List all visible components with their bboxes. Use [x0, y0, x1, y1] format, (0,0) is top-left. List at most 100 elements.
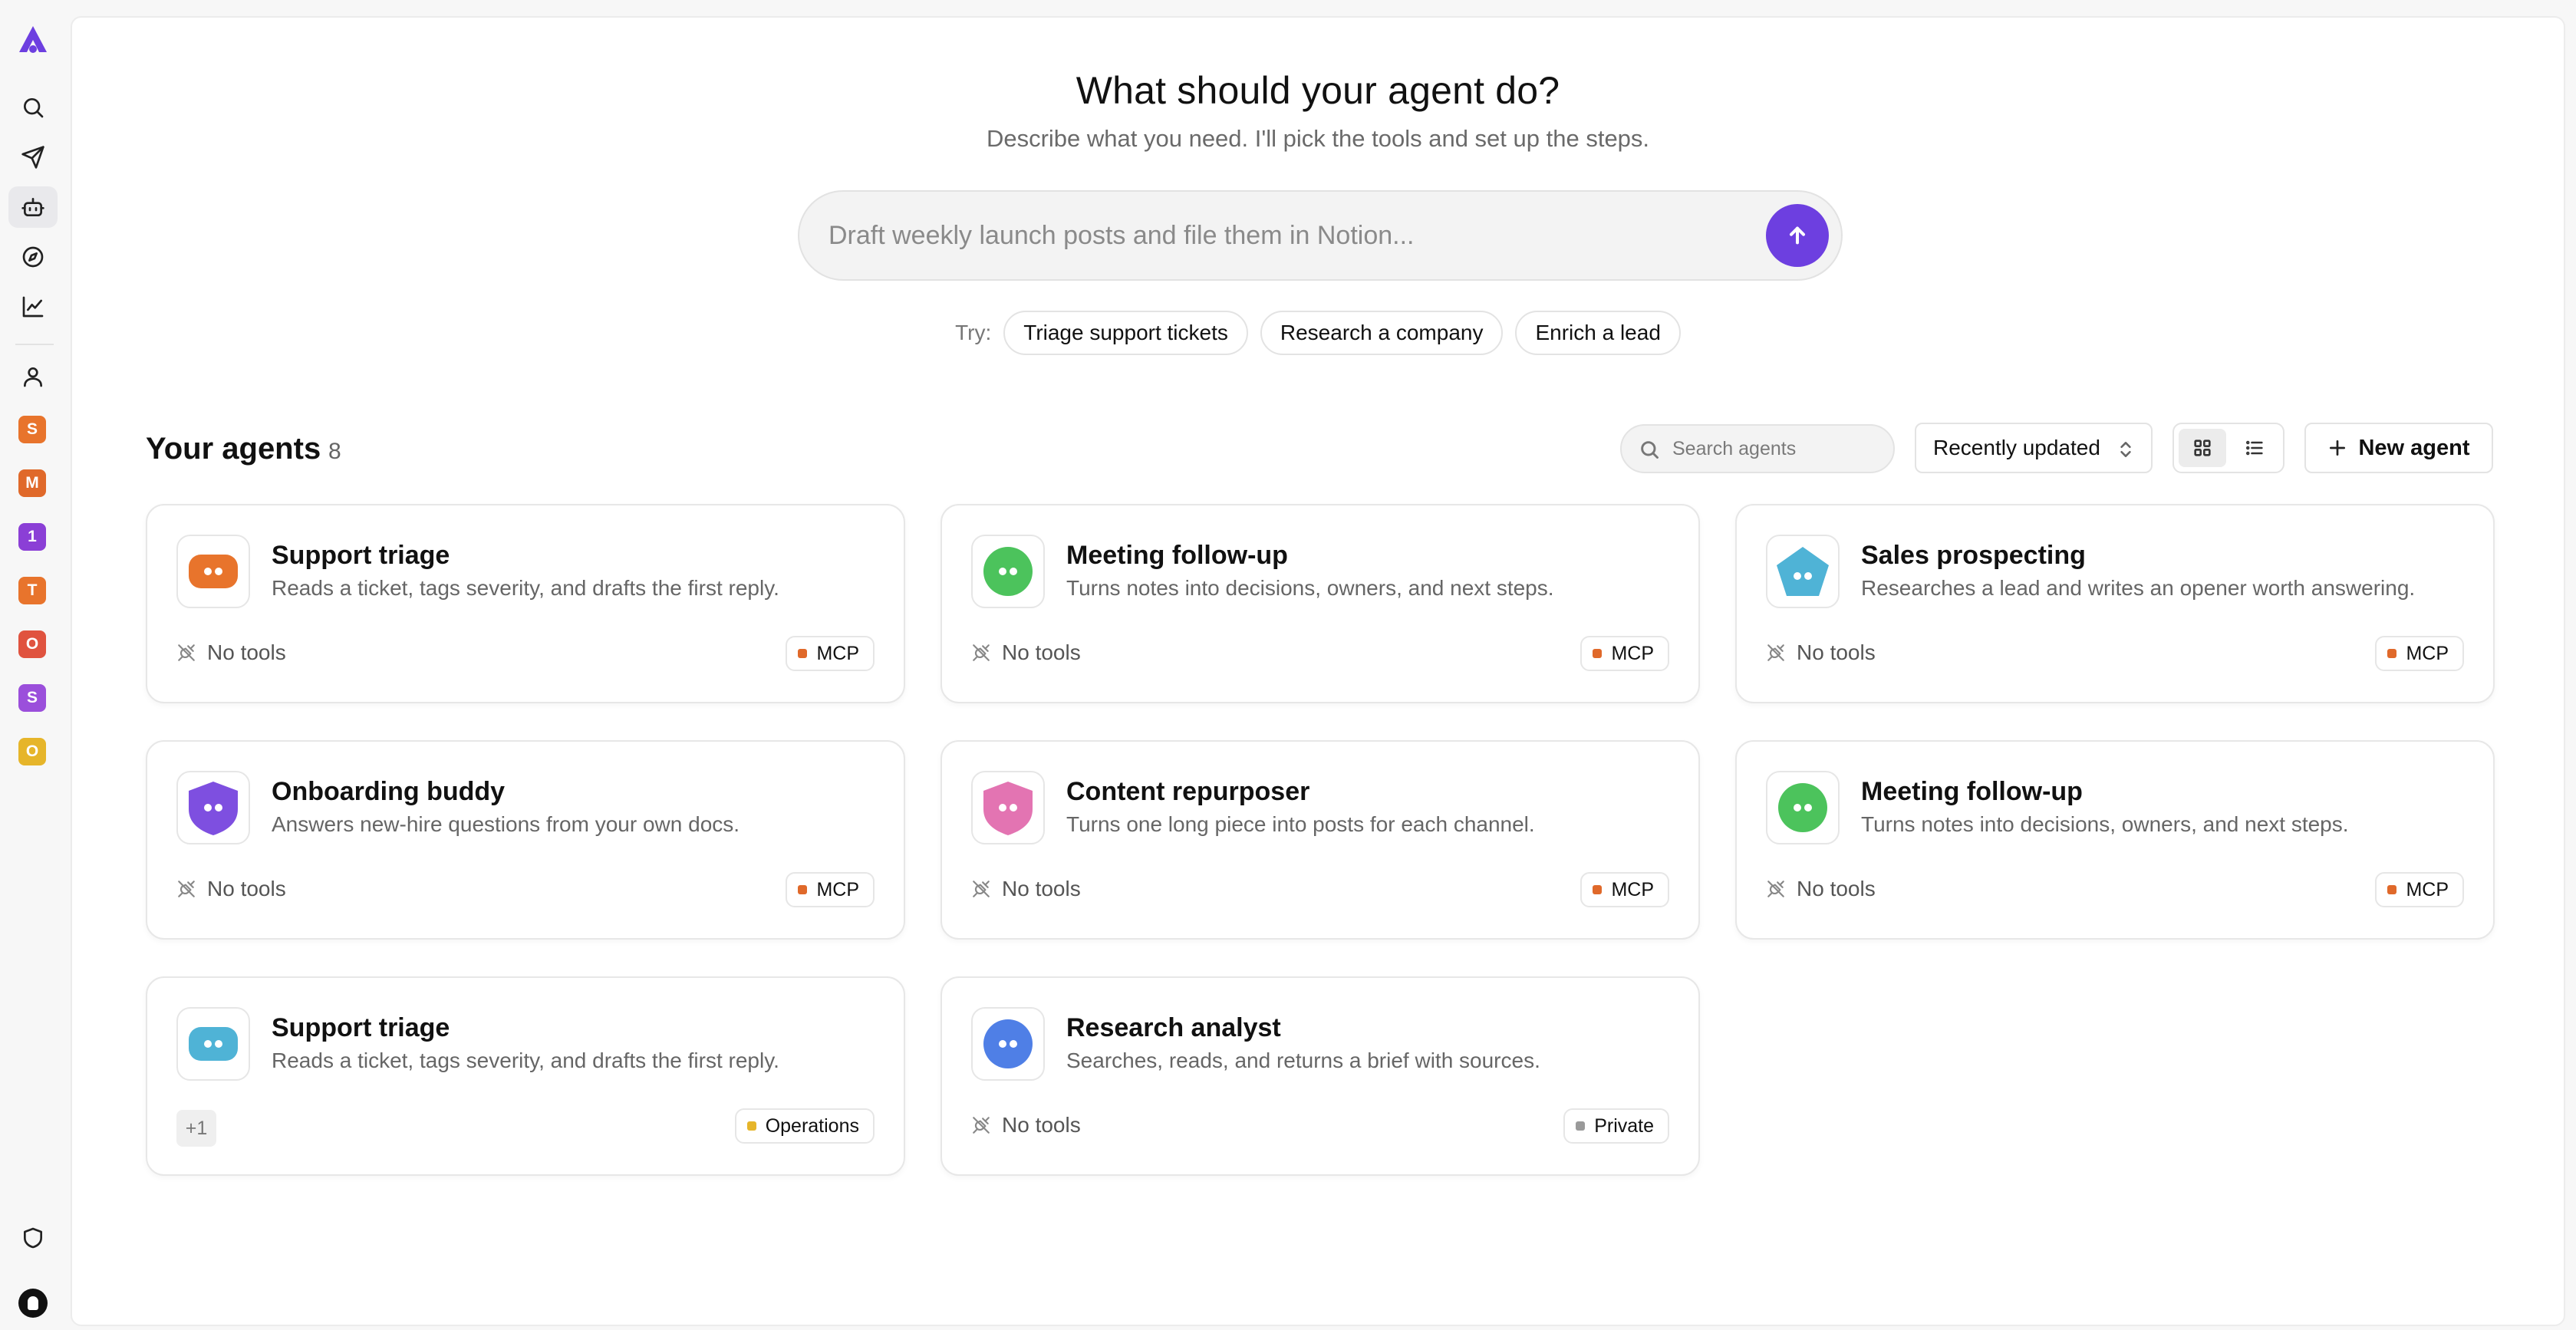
- main-panel: What should your agent do? Describe what…: [71, 16, 2565, 1326]
- avatar-figure-icon: [28, 1296, 38, 1310]
- tools-label: No tools: [207, 877, 286, 900]
- workspace-badge[interactable]: O: [18, 738, 46, 765]
- agent-avatar-icon: [971, 771, 1045, 844]
- nav-search[interactable]: [8, 87, 58, 128]
- plug-off-icon: [178, 644, 195, 661]
- suggestion-row: Try: Triage support tickets Research a c…: [72, 311, 2564, 355]
- agent-name: Meeting follow-up: [1861, 777, 2083, 806]
- workspace-badge[interactable]: 1: [18, 523, 46, 551]
- tag-label: Operations: [765, 1114, 859, 1137]
- list-view-button[interactable]: [2231, 429, 2278, 467]
- workspace-badge[interactable]: M: [18, 469, 46, 497]
- agent-tag: MCP: [2375, 872, 2464, 907]
- agent-name: Onboarding buddy: [272, 777, 506, 806]
- app-logo-icon[interactable]: [16, 23, 50, 57]
- tools-status: No tools: [1766, 877, 1876, 901]
- agent-tag: MCP: [1580, 872, 1669, 907]
- agent-avatar-icon: [971, 535, 1045, 608]
- nav-profile[interactable]: [8, 356, 58, 397]
- shield-avatar-icon: [983, 782, 1033, 835]
- tools-label: No tools: [1797, 640, 1876, 664]
- list-icon: [2246, 440, 2263, 456]
- tools-label: No tools: [1002, 1113, 1081, 1137]
- suggestion-chip-triage[interactable]: Triage support tickets: [1003, 311, 1248, 355]
- agent-card[interactable]: Support triage Reads a ticket, tags seve…: [146, 504, 905, 703]
- nav-explore[interactable]: [8, 236, 58, 278]
- agent-avatar-icon: [971, 1007, 1045, 1081]
- tools-label: No tools: [1797, 877, 1876, 900]
- agent-tag: MCP: [2375, 636, 2464, 671]
- tools-label: No tools: [1002, 877, 1081, 900]
- tag-dot: [798, 885, 808, 894]
- plug-off-icon: [178, 881, 195, 897]
- agent-card[interactable]: Onboarding buddy Answers new-hire questi…: [146, 740, 905, 940]
- agent-tag: Private: [1563, 1108, 1669, 1144]
- agent-card[interactable]: Research analyst Searches, reads, and re…: [940, 976, 1700, 1176]
- tag-dot: [798, 649, 808, 658]
- workspace-badge[interactable]: T: [18, 577, 46, 604]
- agent-name: Support triage: [272, 541, 450, 570]
- agent-name: Meeting follow-up: [1066, 541, 1288, 570]
- user-avatar[interactable]: [18, 1289, 48, 1318]
- tag-label: MCP: [816, 642, 859, 664]
- agent-card[interactable]: Support triage Reads a ticket, tags seve…: [146, 976, 905, 1176]
- prompt-input[interactable]: [828, 192, 1749, 279]
- tag-label: MCP: [816, 878, 859, 900]
- bot-icon: [21, 198, 44, 216]
- agents-section-title: Your agents: [146, 432, 321, 466]
- sort-dropdown[interactable]: Recently updated: [1915, 423, 2153, 473]
- tag-label: MCP: [1611, 878, 1654, 900]
- nav-analytics[interactable]: [8, 286, 58, 328]
- agent-card[interactable]: Sales prospecting Researches a lead and …: [1735, 504, 2495, 703]
- agent-card[interactable]: Content repurposer Turns one long piece …: [940, 740, 1700, 940]
- nav-send[interactable]: [8, 137, 58, 178]
- tools-status: No tools: [971, 1113, 1081, 1137]
- tag-label: MCP: [2406, 878, 2449, 900]
- agent-name: Support triage: [272, 1013, 450, 1042]
- search-icon: [1641, 441, 1659, 459]
- agent-description: Reads a ticket, tags severity, and draft…: [272, 576, 779, 600]
- grid-view-button[interactable]: [2179, 429, 2226, 467]
- chevron-up-down-icon: [2120, 442, 2131, 457]
- new-agent-label: New agent: [2358, 435, 2470, 460]
- view-toggle: [2172, 423, 2284, 473]
- hero-title: What should your agent do?: [1076, 69, 1560, 112]
- agent-tag: MCP: [786, 636, 875, 671]
- tag-dot: [1593, 885, 1603, 894]
- rounded-square-avatar-icon: [189, 555, 238, 588]
- tools-label: No tools: [1002, 640, 1081, 664]
- workspace-badge[interactable]: S: [18, 684, 46, 712]
- agent-card[interactable]: Meeting follow-up Turns notes into decis…: [1735, 740, 2495, 940]
- agent-tag: MCP: [786, 872, 875, 907]
- plug-off-icon: [1767, 644, 1784, 661]
- tools-status: No tools: [176, 877, 286, 901]
- try-label: Try:: [955, 321, 992, 344]
- grid-icon: [2194, 439, 2211, 456]
- agents-count: 8: [328, 439, 341, 464]
- new-agent-button[interactable]: New agent: [2304, 423, 2493, 473]
- tools-status: No tools: [971, 640, 1081, 665]
- send-button[interactable]: [1766, 204, 1829, 267]
- tag-dot: [2387, 649, 2397, 658]
- tag-label: MCP: [2406, 642, 2449, 664]
- workspace-badge[interactable]: S: [18, 416, 46, 443]
- pentagon-avatar-icon: [1777, 547, 1829, 596]
- agent-description: Turns one long piece into posts for each…: [1066, 812, 1535, 836]
- agent-card[interactable]: Meeting follow-up Turns notes into decis…: [940, 504, 1700, 703]
- hero-subtitle: Describe what you need. I'll pick the to…: [986, 125, 1650, 152]
- nav-agents[interactable]: [8, 186, 58, 228]
- suggestion-chip-research[interactable]: Research a company: [1260, 311, 1504, 355]
- agent-avatar-icon: [1766, 535, 1840, 608]
- agent-description: Turns notes into decisions, owners, and …: [1861, 812, 2349, 836]
- suggestion-chip-enrich[interactable]: Enrich a lead: [1515, 311, 1681, 355]
- search-icon: [24, 97, 44, 118]
- circle-avatar-icon: [983, 547, 1033, 596]
- agent-description: Reads a ticket, tags severity, and draft…: [272, 1049, 779, 1072]
- agent-avatar-icon: [176, 535, 250, 608]
- agent-avatar-icon: [1766, 771, 1840, 844]
- tools-label: No tools: [207, 640, 286, 664]
- tools-status: No tools: [1766, 640, 1876, 665]
- nav-security[interactable]: [8, 1217, 58, 1259]
- agents-search-input[interactable]: [1672, 426, 1887, 472]
- workspace-badge[interactable]: O: [18, 630, 46, 658]
